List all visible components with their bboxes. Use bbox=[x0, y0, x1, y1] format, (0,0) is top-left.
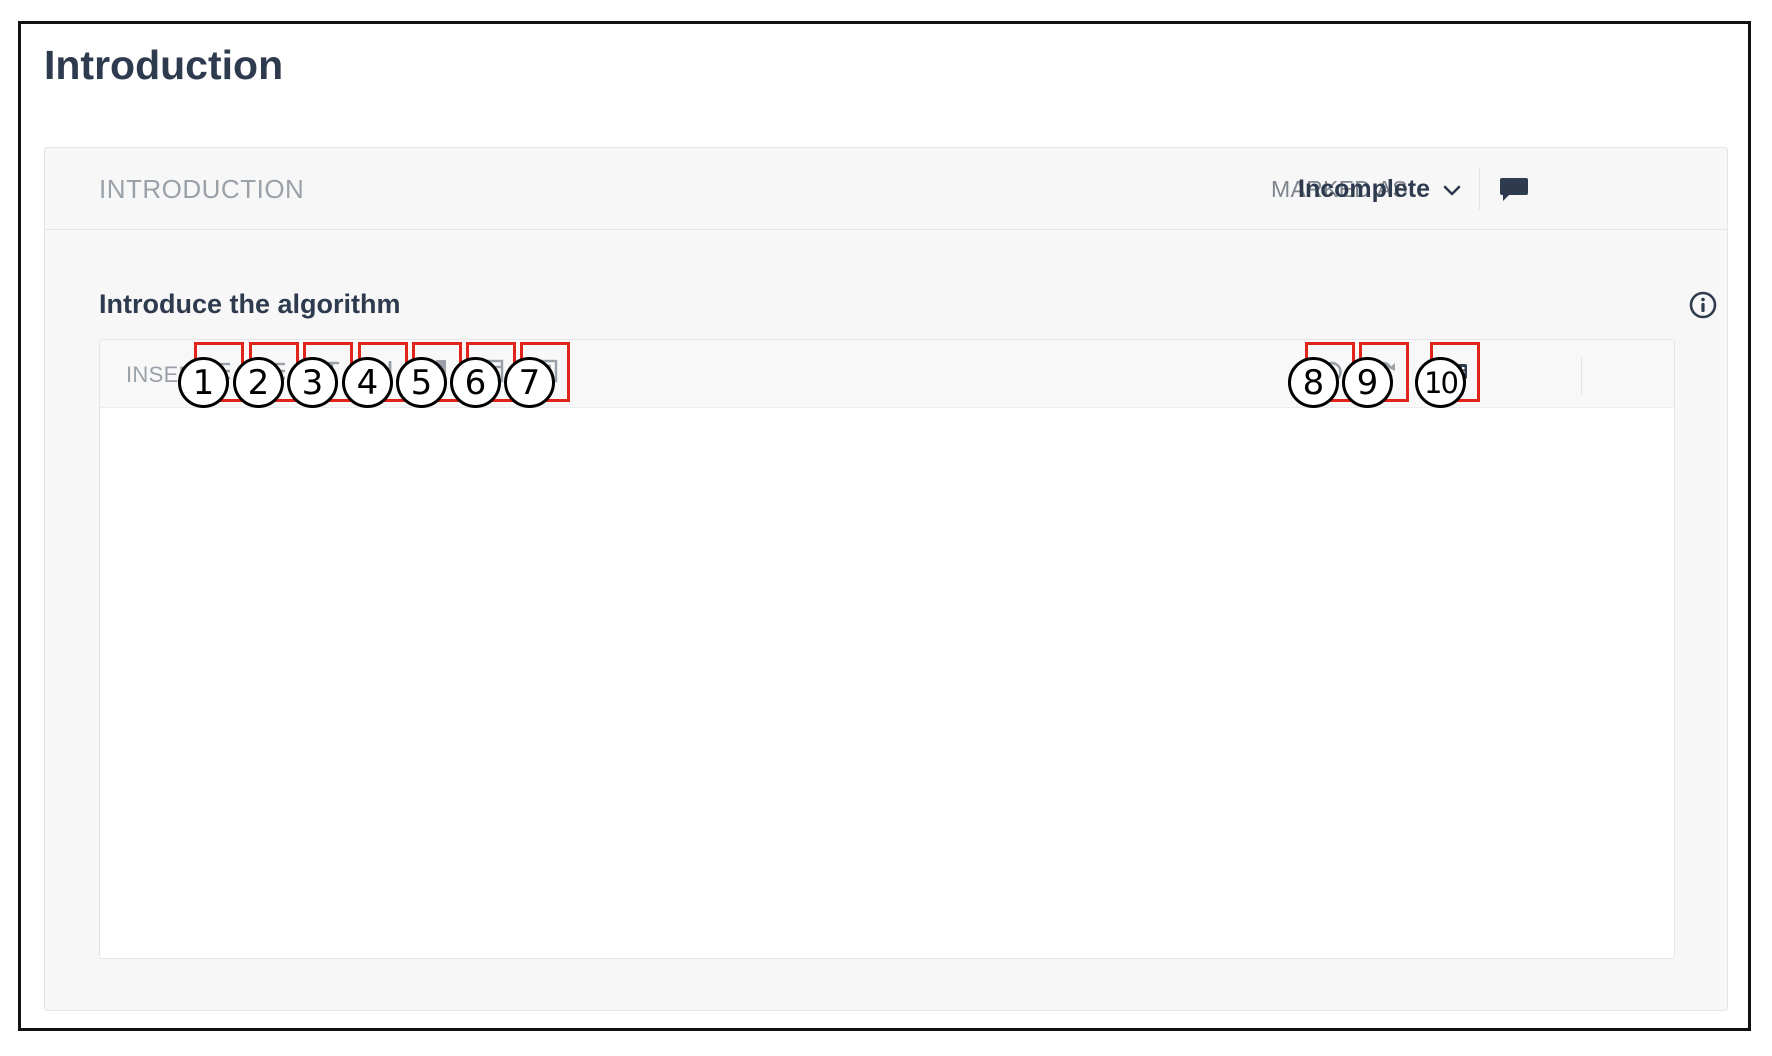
section-header: INTRODUCTION MARKED AS Incomplete bbox=[45, 148, 1727, 230]
field-label: Introduce the algorithm bbox=[99, 289, 401, 319]
rich-text-editor: INSERT bbox=[99, 339, 1675, 959]
info-icon[interactable] bbox=[1688, 290, 1718, 320]
chevron-down-icon bbox=[1442, 179, 1462, 199]
editor-text-area[interactable] bbox=[100, 408, 1674, 958]
callout-4: 4 bbox=[342, 357, 393, 408]
callout-5: 5 bbox=[396, 357, 447, 408]
page-title: Introduction bbox=[44, 42, 284, 88]
callout-2: 2 bbox=[233, 357, 284, 408]
callout-8: 8 bbox=[1288, 357, 1339, 408]
callout-7: 7 bbox=[504, 357, 555, 408]
header-divider bbox=[1479, 168, 1480, 210]
section-card: INTRODUCTION MARKED AS Incomplete Introd… bbox=[44, 147, 1728, 1011]
status-dropdown[interactable]: Incomplete bbox=[1298, 172, 1462, 206]
callout-6: 6 bbox=[450, 357, 501, 408]
section-header-title: INTRODUCTION bbox=[99, 174, 305, 204]
callout-3: 3 bbox=[287, 357, 338, 408]
callout-10: 10 bbox=[1415, 357, 1466, 408]
screenshot-frame: Introduction INTRODUCTION MARKED AS Inco… bbox=[18, 21, 1751, 1031]
comment-icon[interactable] bbox=[1497, 174, 1531, 204]
toolbar-divider bbox=[1581, 358, 1582, 394]
callout-9: 9 bbox=[1342, 357, 1393, 408]
callout-1: 1 bbox=[178, 357, 229, 408]
status-value: Incomplete bbox=[1298, 174, 1430, 203]
